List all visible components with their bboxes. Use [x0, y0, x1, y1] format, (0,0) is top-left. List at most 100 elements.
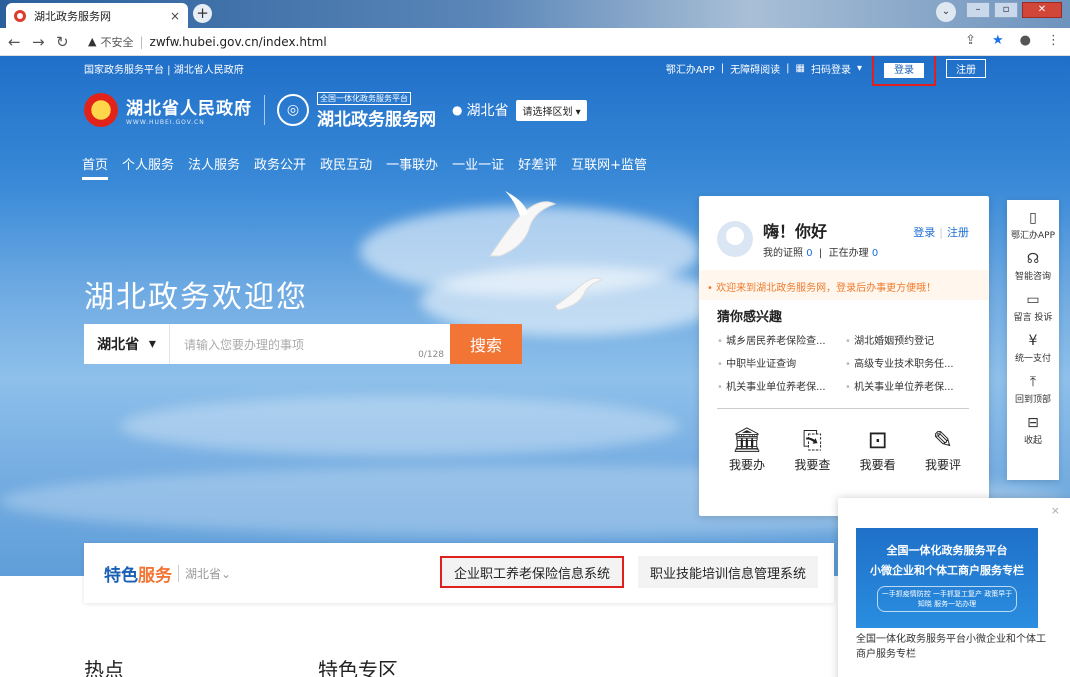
chip-training-system[interactable]: 职业技能培训信息管理系统	[638, 556, 819, 588]
search-bar: 湖北省 ▾ 请输入您要办理的事项 0/128 搜索	[84, 324, 522, 364]
window-controls: ⌄ – ▫ ✕	[936, 2, 1062, 22]
nav-item-rating[interactable]: 好差评	[518, 154, 557, 180]
region-select[interactable]: 请选择区划 ▾	[516, 99, 587, 121]
url-text: zwfw.hubei.gov.cn/index.html	[149, 34, 327, 49]
url-field[interactable]: ▲ 不安全 | zwfw.hubei.gov.cn/index.html	[80, 31, 1010, 53]
arrow-up-icon: ⤒	[1029, 374, 1037, 390]
nav-item-interaction[interactable]: 政民互动	[320, 154, 372, 180]
new-tab-button[interactable]: +	[193, 4, 212, 23]
bookmark-star-icon[interactable]: ★	[992, 33, 1004, 48]
quick-rate-button[interactable]: ✎ 我要评	[917, 424, 969, 473]
nav-item-public[interactable]: 政务公开	[254, 154, 306, 180]
nav-item-personal[interactable]: 个人服务	[122, 154, 174, 180]
more-menu-icon[interactable]: ⋮	[1047, 33, 1060, 48]
browser-actions: ⇪ ★ ● ⋮	[965, 33, 1060, 48]
featured-province-select[interactable]: 湖北省⌄	[178, 564, 231, 582]
quick-actions: 🏛 我要办 ⎘ 我要查 ⊡ 我要看 ✎ 我要评	[721, 424, 969, 473]
phone-icon: ▯	[1029, 210, 1037, 226]
service-logo[interactable]: 全国一体化政务服务平台 湖北政务服务网	[317, 90, 436, 130]
section-special: 特色专区	[318, 658, 398, 677]
my-license-link[interactable]: 我的证照	[763, 248, 803, 259]
service-name: 湖北政务服务网	[317, 110, 436, 130]
promo-popup: × 全国一体化政务服务平台 小微企业和个体工商户服务专栏 一手抓疫情防控 一手抓…	[838, 498, 1070, 677]
dropdown-icon: ▾	[856, 62, 862, 74]
quick-do-button[interactable]: 🏛 我要办	[721, 424, 773, 473]
top-left-links[interactable]: 国家政务服务平台 | 湖北省人民政府	[84, 61, 244, 76]
app-link[interactable]: 鄂汇办APP	[666, 61, 715, 76]
tab-close-icon[interactable]: ×	[170, 9, 180, 23]
reload-icon[interactable]: ↻	[56, 33, 69, 51]
scan-login-link[interactable]: 扫码登录	[811, 61, 851, 76]
search-province-select[interactable]: 湖北省 ▾	[84, 324, 170, 364]
avatar	[717, 220, 753, 257]
sidebar-consult[interactable]: ☊ 智能咨询	[1007, 251, 1059, 282]
top-register-button[interactable]: 注册	[946, 58, 986, 78]
promo-description[interactable]: 全国一体化政务服务平台小微企业和个体工商户服务专栏	[856, 632, 1046, 662]
close-window-button[interactable]: ✕	[1022, 2, 1062, 18]
nav-item-legal[interactable]: 法人服务	[188, 154, 240, 180]
building-icon: 🏛	[731, 426, 763, 454]
top-strip: 国家政务服务平台 | 湖北省人民政府 鄂汇办APP | 无障碍阅读 | ▦ 扫码登录…	[0, 56, 1070, 86]
side-toolbar: ▯ 鄂汇办APP ☊ 智能咨询 ▭ 留言 投诉 ¥ 统一支付 ⤒ 回到顶部 ⊟ 收起	[1007, 200, 1059, 480]
sidebar-complaint[interactable]: ▭ 留言 投诉	[1007, 292, 1059, 323]
panel-register-link[interactable]: 注册	[947, 226, 969, 239]
crane-image	[489, 191, 557, 257]
quick-view-button[interactable]: ⊡ 我要看	[852, 424, 904, 473]
warning-icon: ▲	[88, 35, 97, 48]
profile-menu-icon[interactable]: ⌄	[936, 2, 956, 22]
nav-item-onelicense[interactable]: 一业一证	[452, 154, 504, 180]
location: ● 湖北省 请选择区划 ▾	[452, 99, 587, 121]
guess-item[interactable]: 高级专业技术职务任...	[845, 355, 973, 370]
guess-item[interactable]: 中职毕业证查询	[717, 355, 845, 370]
guess-item[interactable]: 城乡居民养老保险查...	[717, 332, 845, 347]
quick-query-button[interactable]: ⎘ 我要查	[786, 424, 838, 473]
sidebar-app[interactable]: ▯ 鄂汇办APP	[1007, 210, 1059, 241]
qr-icon: ▦	[795, 62, 805, 74]
location-pin-icon: ●	[452, 103, 463, 117]
minimize-button[interactable]: –	[966, 2, 990, 18]
service-emblem-icon: ◎	[277, 94, 309, 126]
crane-image-2	[554, 277, 604, 311]
comment-icon: ✎	[932, 426, 954, 454]
search-button[interactable]: 搜索	[450, 324, 522, 364]
insecure-label: 不安全	[100, 35, 134, 49]
service-tag: 全国一体化政务服务平台	[317, 92, 411, 105]
browser-tab[interactable]: 湖北政务服务网 ×	[6, 3, 188, 28]
gov-logo[interactable]: 湖北省人民政府 WWW.HUBEI.GOV.CN	[126, 94, 252, 126]
sidebar-top[interactable]: ⤒ 回到顶部	[1007, 374, 1059, 405]
guess-item[interactable]: 机关事业单位养老保...	[717, 378, 845, 393]
back-icon[interactable]: ←	[8, 33, 21, 51]
location-name: 湖北省	[466, 103, 509, 119]
search-input[interactable]: 请输入您要办理的事项 0/128	[170, 324, 450, 364]
address-bar: ← → ↻ ▲ 不安全 | zwfw.hubei.gov.cn/index.ht…	[0, 28, 1070, 56]
sidebar-collapse[interactable]: ⊟ 收起	[1007, 415, 1059, 446]
panel-login-link[interactable]: 登录	[913, 226, 935, 239]
guess-item[interactable]: 湖北婚姻预约登记	[845, 332, 973, 347]
promo-close-icon[interactable]: ×	[1051, 504, 1060, 517]
search-char-count: 0/128	[418, 350, 444, 360]
guess-title: 猜你感兴趣	[717, 310, 783, 325]
top-login-button[interactable]: 登录	[884, 62, 924, 78]
guess-list: 城乡居民养老保险查... 湖北婚姻预约登记 中职毕业证查询 高级专业技术职务任.…	[717, 332, 973, 393]
maximize-button[interactable]: ▫	[994, 2, 1018, 18]
share-icon[interactable]: ⇪	[965, 33, 976, 48]
nav-item-supervision[interactable]: 互联网+监管	[571, 154, 647, 180]
gov-name: 湖北省人民政府	[126, 99, 252, 119]
screen-icon: ⊡	[867, 426, 888, 454]
promo-banner[interactable]: 全国一体化政务服务平台 小微企业和个体工商户服务专栏 一手抓疫情防控 一手抓复工…	[856, 528, 1038, 628]
guess-item[interactable]: 机关事业单位养老保...	[845, 378, 973, 393]
in-progress-link[interactable]: 正在办理	[829, 248, 869, 259]
accessible-reading-link[interactable]: 无障碍阅读	[730, 61, 780, 76]
collapse-icon: ⊟	[1027, 415, 1039, 431]
forward-icon[interactable]: →	[32, 33, 45, 51]
tab-title: 湖北政务服务网	[34, 9, 111, 23]
user-panel: 嗨！你好 我的证照 0 | 正在办理 0 登录 | 注册 • 欢迎来到湖北政务服务网…	[699, 196, 989, 516]
nav-item-home[interactable]: 首页	[82, 154, 109, 180]
gov-url: WWW.HUBEI.GOV.CN	[126, 119, 205, 126]
chip-pension-system[interactable]: 企业职工养老保险信息系统	[440, 556, 625, 588]
logo-row: 湖北省人民政府 WWW.HUBEI.GOV.CN ◎ 全国一体化政务服务平台 湖…	[84, 90, 587, 130]
account-icon[interactable]: ●	[1020, 33, 1031, 48]
sidebar-payment[interactable]: ¥ 统一支付	[1007, 333, 1059, 364]
site-favicon-icon	[14, 9, 26, 22]
nav-item-onething[interactable]: 一事联办	[386, 154, 438, 180]
